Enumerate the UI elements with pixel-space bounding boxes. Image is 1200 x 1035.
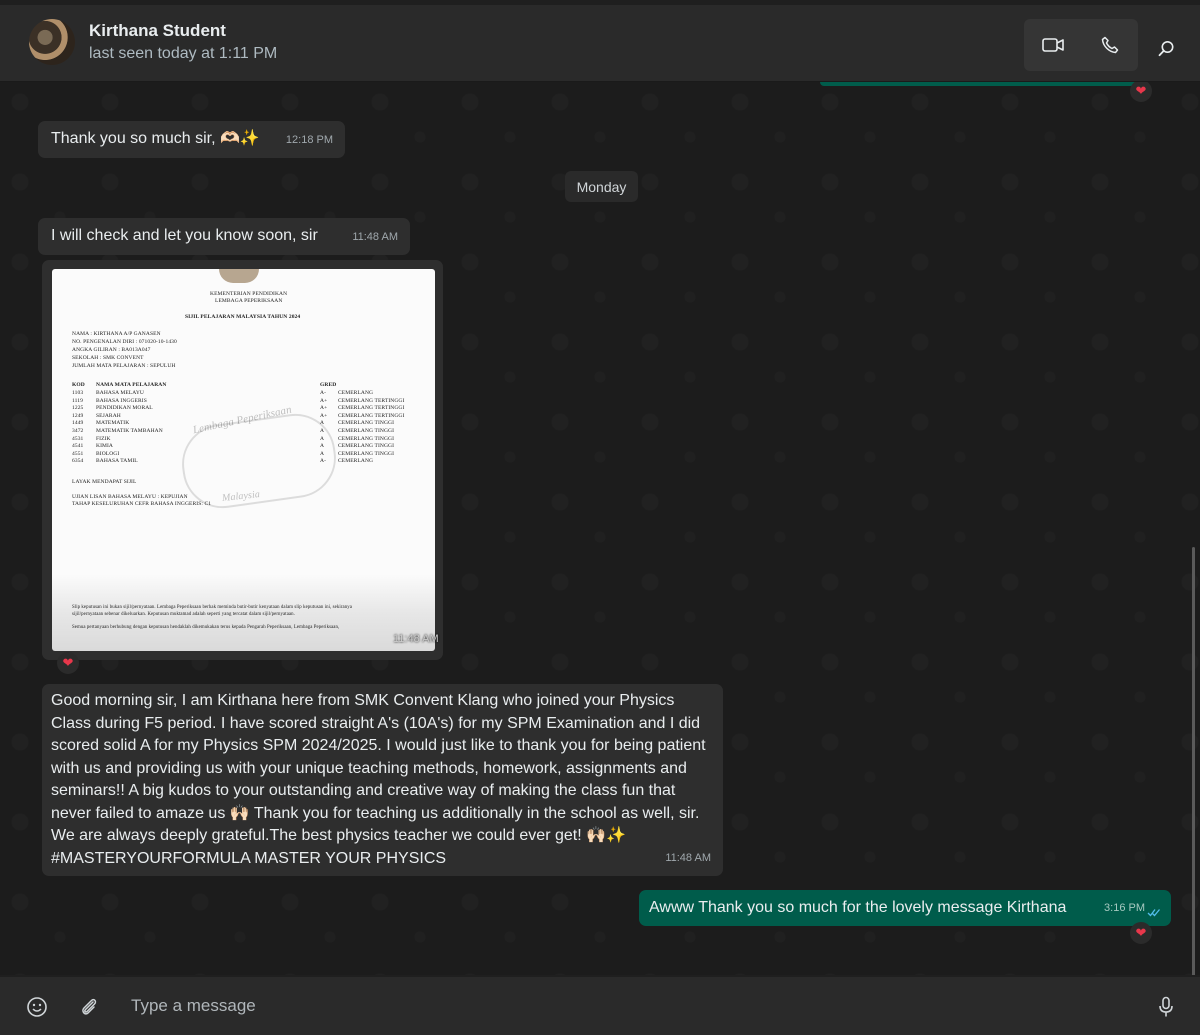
subject-desc: CEMERLANG [338,458,374,465]
subject-gred: A+ [320,397,328,404]
incoming-message[interactable]: I will check and let you know soon, sir … [38,218,410,255]
date-divider: Monday [565,171,638,202]
emoji-button[interactable] [24,994,50,1020]
doc-text: JUMLAH MATA PELAJARAN : SEPULUH [72,363,176,369]
emoji-icon [27,997,47,1017]
doc-text: LEMBAGA PEPERIKSAAN [215,298,283,304]
doc-text: Slip keputusan ini bukan sijil/pernyataa… [72,605,352,610]
doc-text: KOD [72,382,85,388]
message-time: 11:48 AM [665,851,711,864]
doc-text: sijil/pernyataan sebenar dikeluarkan. Ke… [72,612,295,617]
subject-nama: BAHASA MELAYU [96,390,145,396]
subject-nama: BIOLOGI [96,450,120,457]
reaction-heart-icon[interactable]: ❤ [1130,922,1152,944]
outgoing-message[interactable]: Awww Thank you so much for the lovely me… [639,890,1171,926]
message-time: 12:18 PM [285,133,333,146]
message-time: 3:16 PM [1104,901,1145,914]
message-time: 11:48 AM [352,230,398,243]
subject-kod: 1249 [72,412,84,419]
subject-desc: CEMERLANG TINGGI [338,420,395,427]
subject-desc: CEMERLANG TINGGI [338,443,395,450]
subject-kod: 3472 [72,428,84,434]
microphone-icon [1159,996,1173,1017]
voice-call-button[interactable] [1081,19,1138,71]
doc-text: ANGKA GILIRAN : BA013A047 [72,347,151,353]
subject-kod: 1225 [72,405,84,412]
message-list[interactable]: ❤ Thank you so much sir, 🫶🏻✨ 12:18 PM Mo… [0,82,1200,975]
doc-text: Semua pertanyaan berhubung dengan keputu… [72,625,340,630]
doc-text: NAMA MATA PELAJARAN [96,382,167,388]
message-text: I will check and let you know soon, sir [51,227,318,244]
subject-nama: SEJARAH [96,412,121,419]
message-input[interactable]: Type a message [131,996,256,1016]
message-time: 11:48 AM [393,633,439,645]
contact-name[interactable]: Kirthana Student [89,21,226,41]
doc-text: SIJIL PELAJARAN MALAYSIA TAHUN 2024 [185,314,301,320]
subject-nama: KIMIA [96,443,113,450]
subject-nama: PENDIDIKAN MORAL [96,405,153,412]
subject-gred: A+ [320,412,328,419]
subject-nama: MATEMATIK [96,420,130,427]
call-button-group [1024,19,1138,71]
contact-last-seen: last seen today at 1:11 PM [89,45,278,62]
subject-desc: CEMERLANG TERTINGGI [338,405,405,412]
previous-outgoing-bubble-edge [820,82,1140,86]
subject-nama: BAHASA INGGERIS [96,397,147,404]
subject-gred: A+ [320,405,328,412]
message-text: Good morning sir, I am Kirthana here fro… [51,692,706,867]
subject-desc: CEMERLANG TINGGI [338,428,395,434]
message-text: Thank you so much sir, 🫶🏻✨ [51,130,260,147]
paperclip-icon [82,998,97,1015]
doc-text: SEKOLAH : SMK CONVENT [72,355,144,361]
chat-scrollbar[interactable] [1192,547,1195,975]
video-call-button[interactable] [1024,19,1081,71]
incoming-message[interactable]: Thank you so much sir, 🫶🏻✨ 12:18 PM [38,121,345,158]
incoming-message[interactable]: Good morning sir, I am Kirthana here fro… [42,684,723,876]
subject-desc: CEMERLANG TINGGI [338,450,395,457]
doc-text: UJIAN LISAN BAHASA MELAYU : KEPUJIAN [72,494,188,500]
subject-kod: 1103 [72,390,84,396]
subject-desc: CEMERLANG TERTINGGI [338,412,405,419]
subject-desc: CEMERLANG TERTINGGI [338,397,405,404]
message-composer: Type a message [0,977,1200,1035]
doc-text: TAHAP KESELURUHAN CEFR BAHASA INGGERIS: … [72,501,212,507]
doc-text: GRED [320,382,337,388]
exam-result-slip-image[interactable]: KEMENTERIAN PENDIDIKAN LEMBAGA PEPERIKSA… [52,269,435,651]
subject-kod: 4551 [72,450,84,457]
subject-nama: FIZIK [96,435,111,442]
voice-call-icon [1101,36,1118,54]
chat-header: Kirthana Student last seen today at 1:11… [0,5,1200,82]
reaction-heart-icon[interactable]: ❤ [57,652,79,674]
voice-message-button[interactable] [1153,994,1179,1020]
doc-text: NO. PENGENALAN DIRI : 071020-10-1430 [72,339,177,345]
video-call-icon [1041,38,1064,52]
subject-desc: CEMERLANG TINGGI [338,435,395,442]
search-button[interactable] [1146,33,1186,63]
crest-emblem [219,269,259,283]
doc-text: KEMENTERIAN PENDIDIKAN [210,291,288,297]
reaction-heart-icon[interactable]: ❤ [1130,82,1152,102]
attach-button[interactable] [76,994,102,1020]
subject-kod: 4531 [72,435,84,442]
subject-kod: 4541 [72,443,84,450]
doc-text: LAYAK MENDAPAT SIJIL [72,479,137,485]
subject-nama: MATEMATIK TAMBAHAN [96,428,163,434]
read-receipt-icon [1147,909,1160,917]
subject-kod: 6354 [72,458,84,465]
contact-avatar[interactable] [29,19,75,65]
subject-desc: CEMERLANG [338,390,374,396]
subject-kod: 1449 [72,420,84,427]
message-text: Awww Thank you so much for the lovely me… [649,899,1067,916]
search-icon [1158,40,1173,56]
subject-nama: BAHASA TAMIL [96,458,138,465]
subject-kod: 1119 [72,397,83,404]
doc-text: NAMA : KIRTHANA A/P GANASEN [72,331,161,337]
subject-gred: A- [320,390,327,396]
